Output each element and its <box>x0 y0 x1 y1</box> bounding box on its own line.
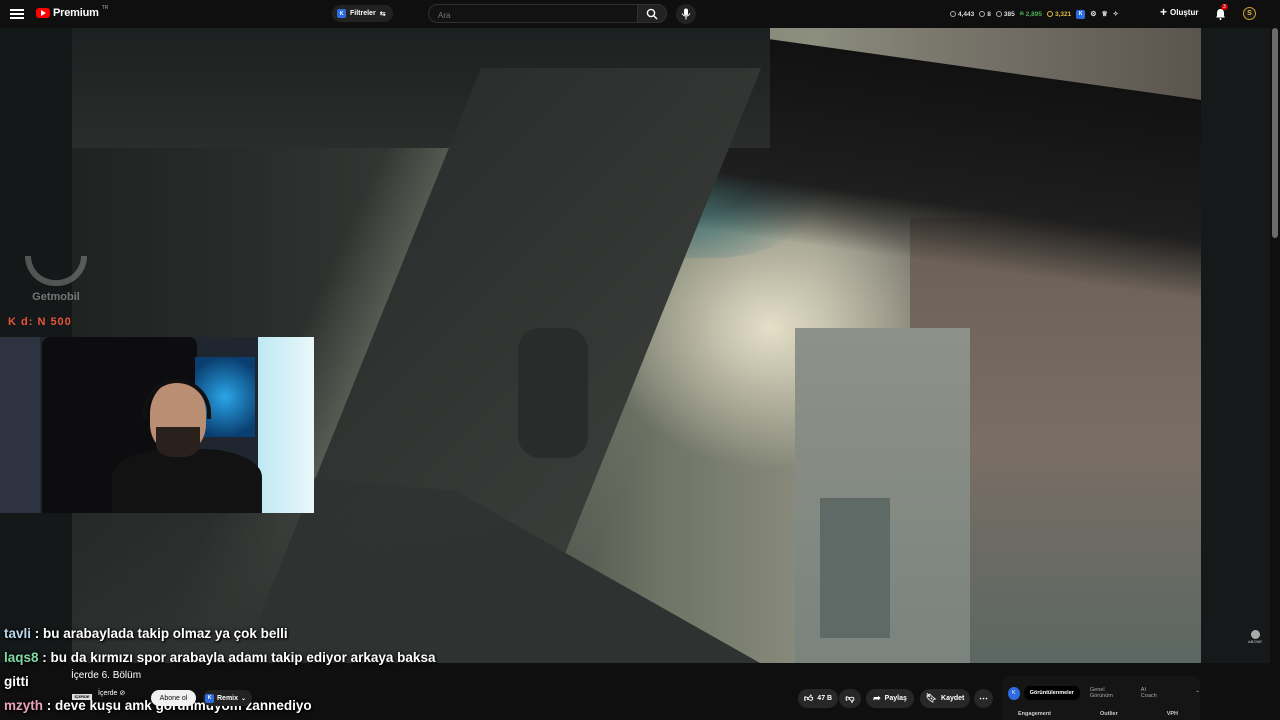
search-icon <box>646 8 658 19</box>
tab-ai-coach[interactable]: AI Coach <box>1135 683 1167 703</box>
create-label: Oluştur <box>1170 7 1199 17</box>
stat-eye: 8 <box>979 11 991 18</box>
corner-label: ABONE <box>1248 639 1263 644</box>
filters-button[interactable]: K Filtreler ⇆ <box>332 5 393 22</box>
subscribe-button[interactable]: Abone ol <box>151 690 196 706</box>
save-button[interactable]: 🔖︎ Kaydet <box>920 689 970 708</box>
clock-icon <box>950 11 956 17</box>
search-box <box>428 4 637 24</box>
search-button[interactable] <box>637 4 667 23</box>
top-bar: Premium TR K Filtreler ⇆ 4,443 8 385 ⍝2,… <box>0 0 1280 28</box>
create-button[interactable]: + Oluştur <box>1160 5 1199 19</box>
watermark-logo <box>25 256 87 286</box>
remix-label: Remix <box>217 694 239 702</box>
player-side-strip <box>1201 28 1270 663</box>
remix-icon: K <box>205 693 214 703</box>
corner-logo-icon <box>1250 630 1260 639</box>
thumbs-down-icon: 👎︎ <box>845 693 855 703</box>
like-button[interactable]: 👍︎ 47 B <box>798 689 838 708</box>
share-button[interactable]: ➦ Paylaş <box>866 689 914 708</box>
eye-icon <box>979 11 986 17</box>
save-label: Kaydet <box>941 695 965 702</box>
search-input[interactable] <box>429 7 628 24</box>
thumbs-up-icon: 👍︎ <box>803 693 814 703</box>
scene-rearview-mirror <box>518 328 588 458</box>
stat-likes: 385 <box>995 11 1015 18</box>
share-label: Paylaş <box>884 695 907 702</box>
analytics-tabs: K Görüntülenmeler Genel Görünüm AI Coach… <box>1008 683 1200 703</box>
extension-icon: K <box>337 9 346 18</box>
extension-icon[interactable]: K <box>1076 9 1086 19</box>
share-icon: ➦ <box>873 693 881 703</box>
analytics-panel: K Görüntülenmeler Genel Görünüm AI Coach… <box>1002 676 1200 720</box>
ext-settings-icon[interactable]: ⚙ <box>1090 10 1096 18</box>
like-icon <box>995 11 1002 17</box>
webcam-body <box>112 449 262 513</box>
tab-views[interactable]: Görüntülenmeler <box>1023 686 1080 700</box>
stat-views: 4,443 <box>950 11 974 18</box>
chat-message: tavli : bu arabaylada takip olmaz ya çok… <box>4 622 435 646</box>
channel-thumbnail[interactable]: İÇERDE <box>72 694 92 700</box>
chevron-down-icon: ⌄ <box>241 695 247 702</box>
avatar[interactable]: S <box>1243 7 1256 20</box>
filters-label: Filtreler <box>350 10 376 17</box>
trophy-icon[interactable]: ♕ <box>1102 10 1108 18</box>
person-icon: ⍝ <box>1019 10 1024 17</box>
webcam-wall <box>0 337 40 513</box>
notification-count: 3 <box>1221 4 1228 10</box>
microphone-icon <box>681 8 691 20</box>
chat-username: tavli <box>4 626 32 641</box>
coin-icon <box>1046 11 1053 17</box>
subscribe-watermark[interactable]: ABONE <box>1248 630 1262 644</box>
voice-search-button[interactable] <box>676 4 696 24</box>
plus-icon: + <box>1160 5 1168 19</box>
chat-text: : bu arabaylada takip olmaz ya çok belli <box>31 626 288 641</box>
webcam-window <box>258 337 314 513</box>
like-count: 47 B <box>817 695 833 702</box>
scrollbar-thumb[interactable] <box>1272 28 1278 238</box>
video-title: İçerde 6. Bölüm <box>71 670 142 681</box>
channel-name[interactable]: İçerde ⊘ <box>98 689 125 697</box>
logo-region: TR <box>101 5 109 11</box>
swap-icon: ⇆ <box>379 10 386 18</box>
extension-icon: K <box>1008 686 1020 700</box>
notifications-button[interactable]: 3 <box>1215 4 1228 25</box>
more-icon: ⋯ <box>979 693 988 703</box>
logo-text: Premium <box>53 7 99 19</box>
scene-door <box>820 498 890 638</box>
col-vph: VPH <box>1166 711 1178 717</box>
stream-watermark: Getmobil <box>22 256 90 303</box>
stat-subs: ⍝ 2,895 <box>1019 10 1042 18</box>
youtube-logo[interactable]: Premium TR <box>36 5 109 19</box>
channel-stats: 4,443 8 385 ⍝ 2,895 3,321 K ⚙ ♕ ✧ <box>950 6 1119 22</box>
tab-overview[interactable]: Genel Görünüm <box>1084 683 1131 703</box>
stat-coins: 3,321 <box>1046 11 1071 18</box>
col-engagement: Engagement <box>1018 711 1052 717</box>
hud-text: K d: N 500 <box>8 316 72 328</box>
more-actions-button[interactable]: ⋯ <box>974 689 993 708</box>
watermark-text: Getmobil <box>32 291 80 303</box>
analytics-columns: Engagement Outlier VPH <box>1018 711 1178 717</box>
streamer-webcam <box>0 337 314 513</box>
col-outlier: Outlier <box>1099 711 1118 717</box>
youtube-play-icon <box>36 8 50 18</box>
sparkle-icon[interactable]: ✧ <box>1113 10 1119 18</box>
dislike-button[interactable]: 👎︎ <box>839 689 861 708</box>
bookmark-icon: 🔖︎ <box>925 693 938 703</box>
menu-icon[interactable] <box>10 7 24 21</box>
chevron-up-icon[interactable]: ⌃ <box>1195 690 1200 697</box>
remix-button[interactable]: K Remix ⌄ <box>203 690 253 706</box>
webcam-beard <box>156 427 200 457</box>
